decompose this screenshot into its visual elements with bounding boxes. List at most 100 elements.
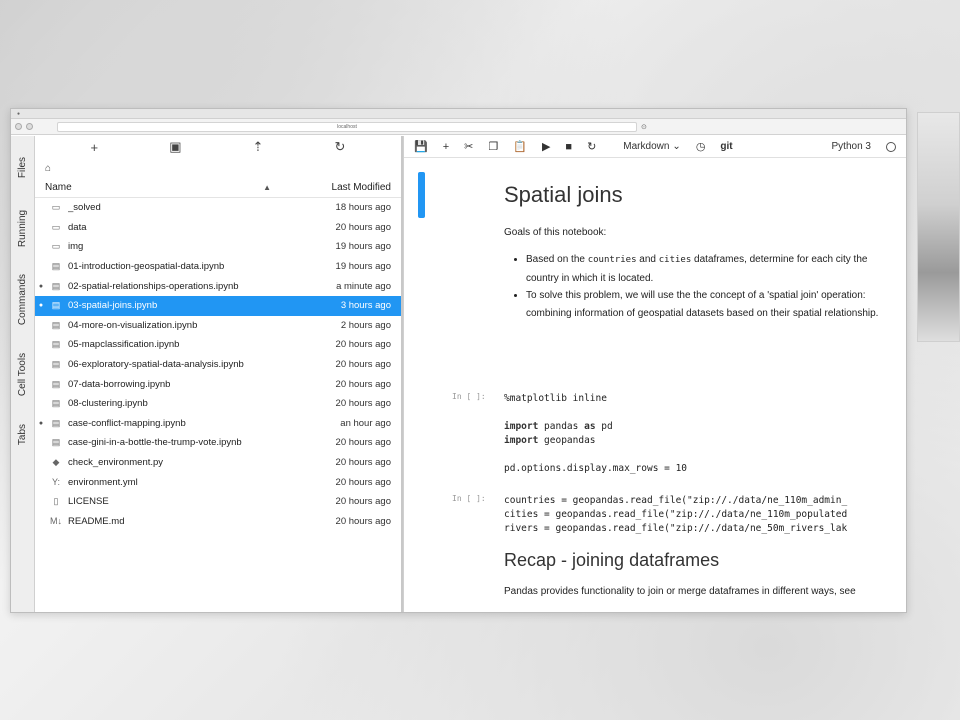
- code-cell[interactable]: In [ ]: %matplotlib inline import pandas…: [452, 392, 892, 482]
- file-modified: 2 hours ago: [340, 319, 391, 331]
- file-row[interactable]: ▯ LICENSE 20 hours ago: [35, 492, 401, 512]
- file-row[interactable]: ● ▤ case-conflict-mapping.ipynb an hour ago: [35, 414, 401, 434]
- folder-icon: ▭: [51, 202, 61, 213]
- notebook-icon: ▤: [51, 398, 61, 409]
- file-row[interactable]: ▭ img 19 hours ago: [35, 237, 401, 257]
- file-name: environment.yml: [68, 476, 138, 488]
- name-column-header[interactable]: Name: [45, 182, 263, 193]
- file-modified: 20 hours ago: [335, 476, 391, 488]
- notebook-panel: 💾 + ✂ ❐ 📋 ▶ ■ ↻ Markdown ⌄ ◷ git Python 3…: [403, 136, 906, 612]
- file-name: 01-introduction-geospatial-data.ipynb: [68, 261, 225, 273]
- reload-page-icon[interactable]: ⊙: [641, 123, 647, 131]
- stop-icon[interactable]: ■: [565, 141, 572, 153]
- file-name: img: [68, 241, 84, 253]
- modified-column-header[interactable]: Last Modified: [311, 182, 391, 193]
- cell-type-select[interactable]: Markdown ⌄: [623, 141, 681, 152]
- file-modified: 20 hours ago: [335, 496, 391, 508]
- file-name: check_environment.py: [68, 457, 164, 469]
- new-folder-icon[interactable]: ▣: [169, 139, 181, 155]
- file-name: _solved: [68, 202, 101, 214]
- window-control-icon[interactable]: [15, 123, 22, 130]
- notebook-content[interactable]: Spatial joins Goals of this notebook: Ba…: [404, 158, 906, 612]
- file-modified: 20 hours ago: [335, 378, 391, 390]
- yaml-icon: Y:: [51, 477, 60, 488]
- file-row[interactable]: ▤ 08-clustering.ipynb 20 hours ago: [35, 394, 401, 414]
- tab-commands[interactable]: Commands: [11, 262, 35, 336]
- cell-code[interactable]: %matplotlib inline import pandas as pd im…: [504, 392, 892, 476]
- file-name: 02-spatial-relationships-operations.ipyn…: [68, 280, 239, 292]
- file-name: case-conflict-mapping.ipynb: [68, 417, 186, 429]
- tab-files[interactable]: Files: [11, 144, 35, 190]
- save-icon[interactable]: 💾: [414, 140, 428, 153]
- upload-icon[interactable]: ⇡: [253, 139, 264, 155]
- file-row[interactable]: ▤ 07-data-borrowing.ipynb 20 hours ago: [35, 374, 401, 394]
- refresh-icon[interactable]: ↻: [335, 139, 346, 155]
- tab-tabs[interactable]: Tabs: [11, 417, 35, 451]
- file-modified: 20 hours ago: [335, 339, 391, 351]
- file-list: ▭ _solved 18 hours ago ▭ data 20 hours ago ▭ im…: [35, 198, 401, 531]
- file-row[interactable]: ● ▤ 02-spatial-relationships-operations.ip…: [35, 276, 401, 296]
- kernel-status-icon: [886, 141, 896, 152]
- tab-running[interactable]: Running: [11, 198, 35, 258]
- file-modified: 20 hours ago: [335, 221, 391, 233]
- new-launcher-icon[interactable]: +: [91, 140, 99, 155]
- clock-icon[interactable]: ◷: [696, 140, 706, 153]
- code-cell[interactable]: In [ ]: countries = geopandas.read_file(…: [452, 494, 892, 540]
- file-modified: an hour ago: [340, 417, 391, 429]
- file-modified: a minute ago: [336, 280, 391, 292]
- notebook-title: Spatial joins: [504, 182, 623, 207]
- notebook-icon: ▤: [51, 437, 61, 448]
- address-bar[interactable]: localhost: [57, 121, 637, 132]
- run-icon[interactable]: ▶: [542, 140, 550, 153]
- window-control-icon[interactable]: [26, 123, 33, 130]
- file-name: case-gini-in-a-bottle-the-trump-vote.ipy…: [68, 437, 242, 449]
- notebook-icon: ▤: [51, 300, 61, 311]
- markdown-cell[interactable]: Recap - joining dataframes Pandas provid…: [504, 550, 892, 600]
- markdown-cell[interactable]: Spatial joins Goals of this notebook: Ba…: [504, 182, 892, 322]
- file-row[interactable]: Y: environment.yml 20 hours ago: [35, 472, 401, 492]
- file-row[interactable]: ▤ 06-exploratory-spatial-data-analysis.ip…: [35, 355, 401, 375]
- left-sidebar-tabs: Files Running Commands Cell Tools Tabs: [11, 136, 35, 612]
- recap-title: Recap - joining dataframes: [504, 550, 720, 570]
- file-modified: 20 hours ago: [335, 457, 391, 469]
- cell-code[interactable]: countries = geopandas.read_file("zip://.…: [504, 494, 892, 536]
- copy-icon[interactable]: ❐: [488, 140, 498, 153]
- file-name: 05-mapclassification.ipynb: [68, 339, 180, 351]
- file-row[interactable]: M↓ README.md 20 hours ago: [35, 512, 401, 532]
- chevron-down-icon: ⌄: [672, 141, 681, 152]
- python-icon: ◆: [52, 457, 60, 468]
- cut-icon[interactable]: ✂: [464, 140, 473, 153]
- file-modified: 20 hours ago: [335, 398, 391, 410]
- paste-icon[interactable]: 📋: [513, 140, 527, 153]
- file-modified: 3 hours ago: [340, 300, 391, 312]
- file-row[interactable]: ▤ 01-introduction-geospatial-data.ipynb 19…: [35, 257, 401, 277]
- file-browser-toolbar: + ▣ ⇡ ↻: [35, 136, 401, 158]
- file-row[interactable]: ▤ 04-more-on-visualization.ipynb 2 hours a…: [35, 316, 401, 336]
- kernel-name[interactable]: Python 3: [832, 141, 871, 152]
- cell-prompt: In [ ]:: [452, 494, 486, 503]
- file-row[interactable]: ▭ data 20 hours ago: [35, 218, 401, 238]
- recap-text: Pandas provides functionality to join or…: [504, 586, 856, 597]
- background-window-thumbnail: [917, 112, 960, 342]
- file-name: LICENSE: [68, 496, 109, 508]
- restart-icon[interactable]: ↻: [587, 140, 596, 153]
- apple-icon[interactable]: ●: [17, 111, 20, 117]
- file-row[interactable]: ◆ check_environment.py 20 hours ago: [35, 453, 401, 473]
- file-name: 04-more-on-visualization.ipynb: [68, 319, 198, 331]
- insert-cell-icon[interactable]: +: [443, 141, 449, 153]
- git-icon[interactable]: git: [720, 141, 732, 152]
- file-modified: 19 hours ago: [335, 241, 391, 253]
- file-row[interactable]: ▤ 05-mapclassification.ipynb 20 hours ago: [35, 335, 401, 355]
- file-row[interactable]: ● ▤ 03-spatial-joins.ipynb 3 hours ago: [35, 295, 401, 316]
- running-indicator-icon: ●: [38, 302, 44, 310]
- markdown-icon: M↓: [50, 516, 62, 527]
- file-row[interactable]: ▤ case-gini-in-a-bottle-the-trump-vote.ip…: [35, 433, 401, 453]
- file-name: data: [68, 221, 87, 233]
- file-name: README.md: [68, 515, 125, 527]
- sort-ascending-icon[interactable]: ▲: [263, 183, 271, 192]
- home-icon[interactable]: ⌂: [45, 163, 51, 174]
- tab-cell-tools[interactable]: Cell Tools: [11, 341, 35, 407]
- file-row[interactable]: ▭ _solved 18 hours ago: [35, 198, 401, 218]
- notebook-icon: ▤: [51, 378, 61, 389]
- goals-list: Based on the countries and cities datafr…: [526, 251, 892, 322]
